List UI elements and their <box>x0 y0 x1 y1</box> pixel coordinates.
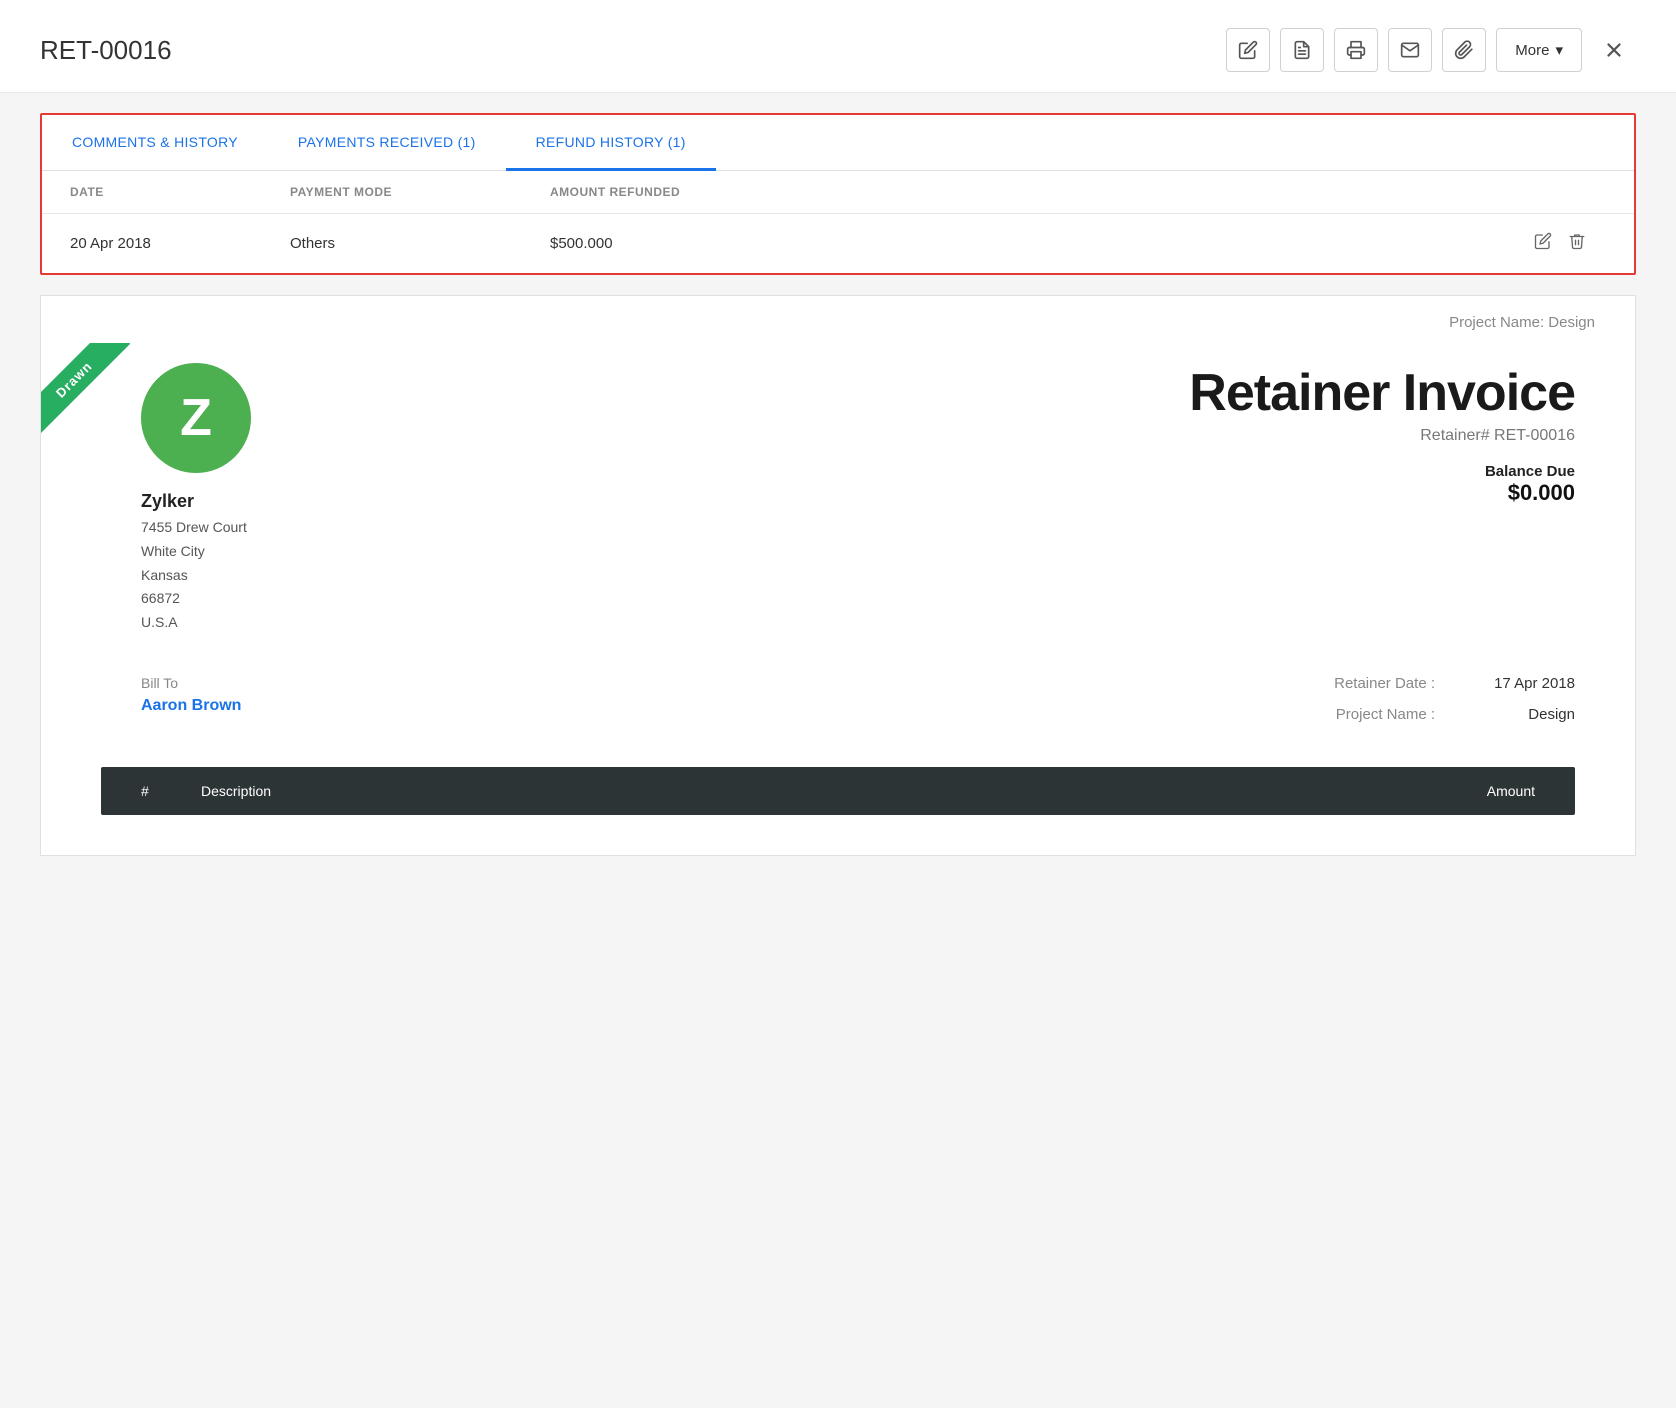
invoice-body: Drawn Z Zylker 7455 Drew Court White Cit… <box>41 343 1635 855</box>
tab-payments-received[interactable]: PAYMENTS RECEIVED (1) <box>268 116 506 171</box>
project-name-row-value: Design <box>1475 706 1575 723</box>
company-name: Zylker <box>141 491 251 512</box>
retainer-date-value: 17 Apr 2018 <box>1475 675 1575 692</box>
edit-refund-button[interactable] <box>1534 232 1552 255</box>
invoice-title-block: Retainer Invoice Retainer# RET-00016 Bal… <box>1189 363 1575 506</box>
col-date: DATE <box>70 185 290 199</box>
retainer-date-row: Retainer Date : 17 Apr 2018 <box>858 675 1575 692</box>
refund-payment-mode: Others <box>290 235 550 252</box>
bill-to-label: Bill To <box>141 675 858 691</box>
page-header: RET-00016 <box>0 0 1676 93</box>
more-button[interactable]: More ▾ <box>1496 28 1582 72</box>
invoice-table-header: # Description Amount <box>101 767 1575 815</box>
col-amount-refunded: AMOUNT REFUNDED <box>550 185 830 199</box>
retainer-date-label: Retainer Date : <box>1295 675 1435 692</box>
tab-comments-history[interactable]: COMMENTS & HISTORY <box>42 116 268 171</box>
page-title: RET-00016 <box>40 35 172 66</box>
project-name-row: Project Name : Design <box>858 706 1575 723</box>
refund-amount: $500.000 <box>550 235 830 252</box>
balance-due-amount: $0.000 <box>1189 480 1575 506</box>
bill-to-section: Bill To Aaron Brown Retainer Date : 17 A… <box>101 675 1575 737</box>
invoice-top: Z Zylker 7455 Drew Court White City Kans… <box>101 343 1575 635</box>
header-actions: More ▾ <box>1226 28 1636 72</box>
retainer-meta: Retainer Date : 17 Apr 2018 Project Name… <box>858 675 1575 737</box>
close-button[interactable] <box>1592 28 1636 72</box>
company-address: 7455 Drew Court White City Kansas 66872 … <box>141 516 251 635</box>
attach-button[interactable] <box>1442 28 1486 72</box>
bill-to-left: Bill To Aaron Brown <box>141 675 858 737</box>
inv-col-amount: Amount <box>1375 783 1535 799</box>
print-button[interactable] <box>1334 28 1378 72</box>
inv-col-description: Description <box>201 783 1375 799</box>
table-header: DATE PAYMENT MODE AMOUNT REFUNDED <box>42 171 1634 214</box>
tabs-section: COMMENTS & HISTORY PAYMENTS RECEIVED (1)… <box>40 113 1636 275</box>
table-row: 20 Apr 2018 Others $500.000 <box>42 214 1634 273</box>
refund-date: 20 Apr 2018 <box>70 235 290 252</box>
edit-button[interactable] <box>1226 28 1270 72</box>
refund-table: DATE PAYMENT MODE AMOUNT REFUNDED 20 Apr… <box>42 171 1634 273</box>
ribbon-container: Drawn <box>41 343 161 463</box>
tab-refund-history[interactable]: REFUND HISTORY (1) <box>506 116 716 171</box>
row-actions <box>830 232 1606 255</box>
invoice-section: Project Name: Design Drawn Z Zylker 7455… <box>40 295 1636 856</box>
ribbon: Drawn <box>41 343 130 436</box>
inv-col-hash: # <box>141 783 201 799</box>
email-button[interactable] <box>1388 28 1432 72</box>
balance-section: Balance Due $0.000 <box>1189 463 1575 506</box>
bill-to-name[interactable]: Aaron Brown <box>141 697 858 715</box>
tabs-header: COMMENTS & HISTORY PAYMENTS RECEIVED (1)… <box>42 115 1634 171</box>
chevron-down-icon: ▾ <box>1555 41 1563 59</box>
delete-refund-button[interactable] <box>1568 232 1586 255</box>
invoice-retainer-number: Retainer# RET-00016 <box>1189 427 1575 445</box>
col-actions-header <box>830 185 1606 199</box>
pdf-button[interactable] <box>1280 28 1324 72</box>
invoice-title: Retainer Invoice <box>1189 363 1575 423</box>
col-payment-mode: PAYMENT MODE <box>290 185 550 199</box>
balance-due-label: Balance Due <box>1189 463 1575 480</box>
project-name-line: Project Name: Design <box>41 296 1635 343</box>
project-name-row-label: Project Name : <box>1295 706 1435 723</box>
more-label: More <box>1515 42 1549 59</box>
company-info: Zylker 7455 Drew Court White City Kansas… <box>141 491 251 635</box>
